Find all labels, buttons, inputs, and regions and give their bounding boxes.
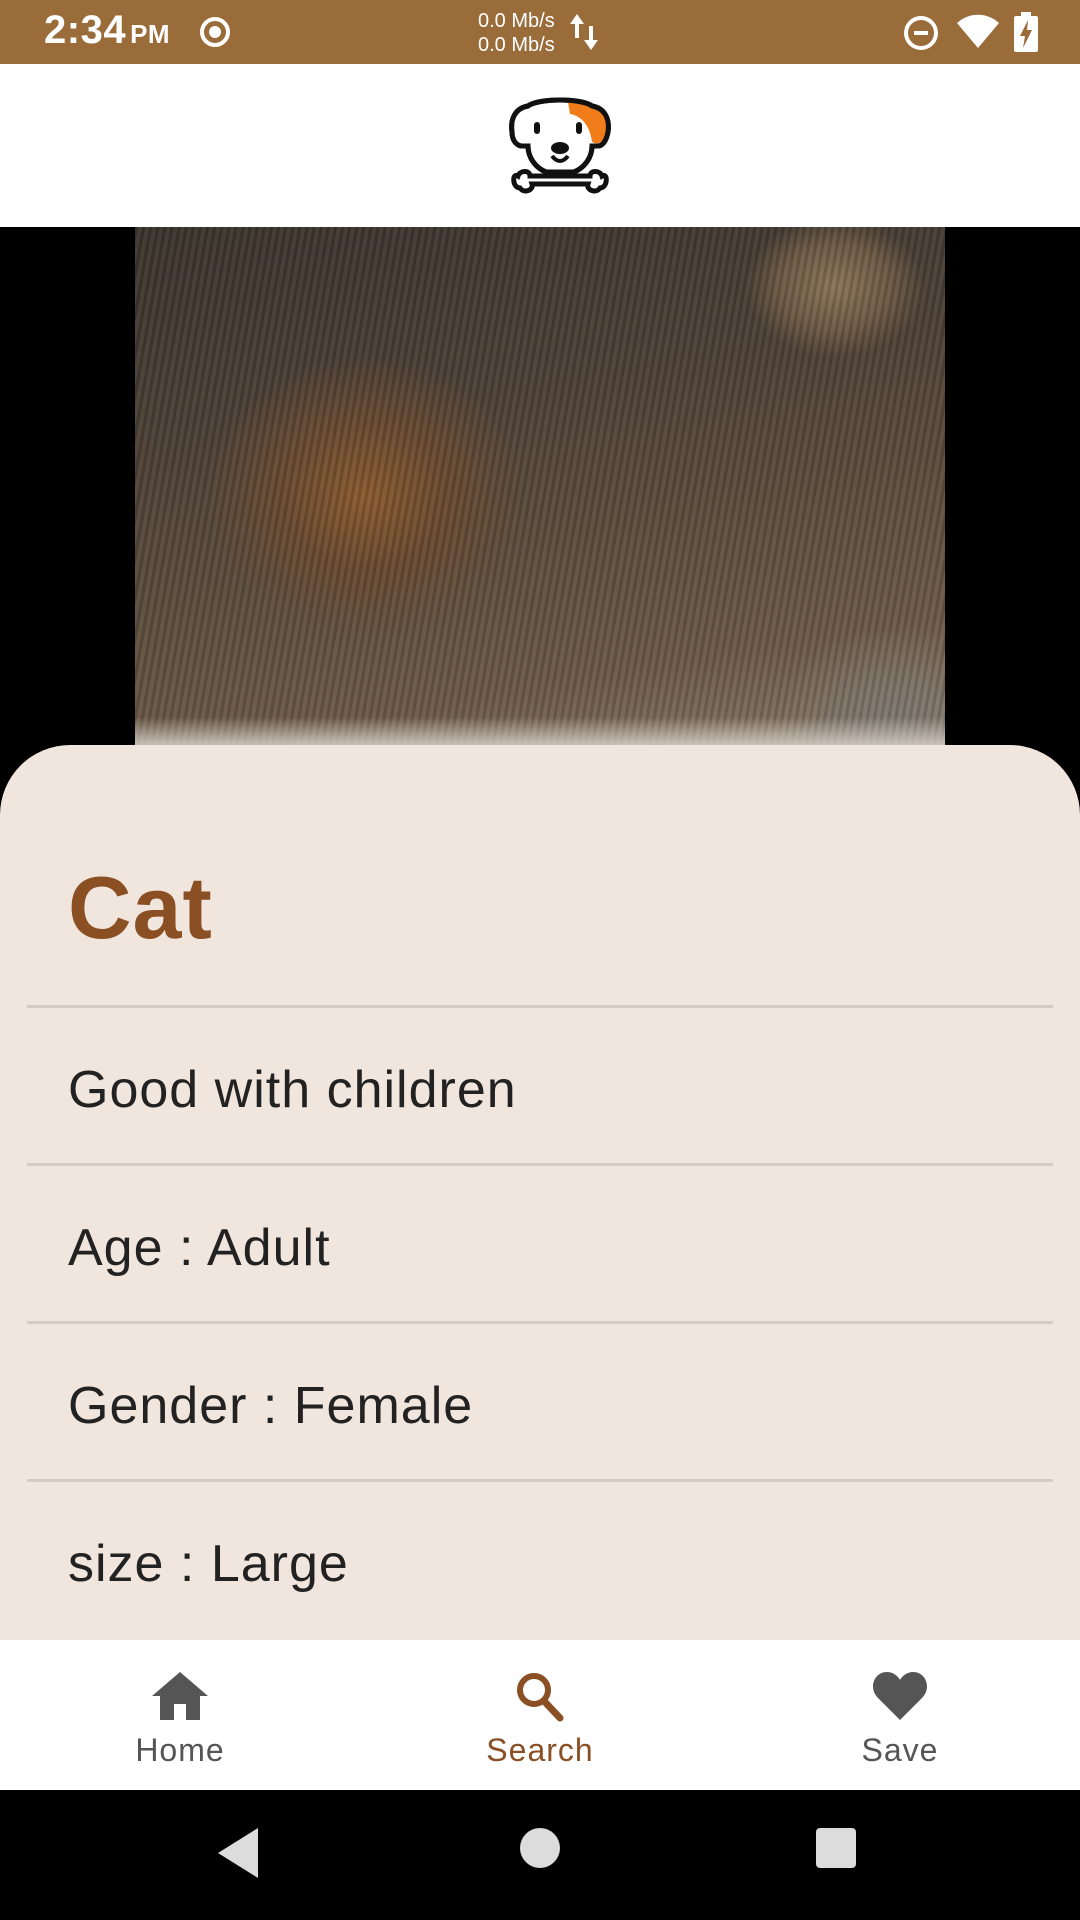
detail-size: size : Large [68, 1535, 349, 1593]
status-bar: 2:34 PM 0.0 Mb/s 0.0 Mb/s [0, 0, 1080, 64]
do-not-disturb-icon [904, 16, 938, 50]
record-icon [200, 17, 230, 47]
photo-area [0, 227, 1080, 787]
detail-good-with-children: Good with children [68, 1061, 517, 1119]
status-time: 2:34 PM [44, 8, 171, 52]
search-icon [517, 1673, 564, 1722]
back-icon[interactable] [214, 1824, 264, 1882]
nav-search-label: Search [486, 1732, 594, 1768]
nav-search[interactable]: Search [360, 1640, 720, 1790]
divider [27, 1479, 1053, 1482]
home-circle-icon[interactable] [520, 1828, 560, 1868]
dog-logo-icon [509, 97, 611, 194]
nav-home-label: Home [135, 1732, 225, 1768]
heart-icon [872, 1672, 928, 1720]
nav-save-label: Save [861, 1732, 939, 1768]
detail-gender: Gender : Female [68, 1377, 474, 1435]
battery-charging-icon [1014, 12, 1038, 52]
network-speed: 0.0 Mb/s 0.0 Mb/s [478, 9, 555, 57]
pet-photo [135, 227, 945, 747]
divider [27, 1321, 1053, 1324]
home-icon [152, 1672, 208, 1720]
bottom-navigation: Home Search Save [0, 1640, 1080, 1790]
network-download-speed: 0.0 Mb/s [478, 34, 555, 56]
divider [27, 1005, 1053, 1008]
recents-square-icon[interactable] [816, 1828, 856, 1868]
network-upload-speed: 0.0 Mb/s [478, 10, 555, 32]
system-navigation-bar [0, 1790, 1080, 1920]
nav-home[interactable]: Home [0, 1640, 360, 1790]
detail-age: Age : Adult [68, 1219, 331, 1277]
data-arrows-icon [570, 14, 598, 50]
pet-name: Cat [68, 858, 213, 957]
app-header [0, 64, 1080, 227]
nav-save[interactable]: Save [720, 1640, 1080, 1790]
wifi-icon [957, 14, 999, 48]
divider [27, 1163, 1053, 1166]
pet-details-sheet: Cat Good with children Age : Adult Gende… [0, 745, 1080, 1640]
